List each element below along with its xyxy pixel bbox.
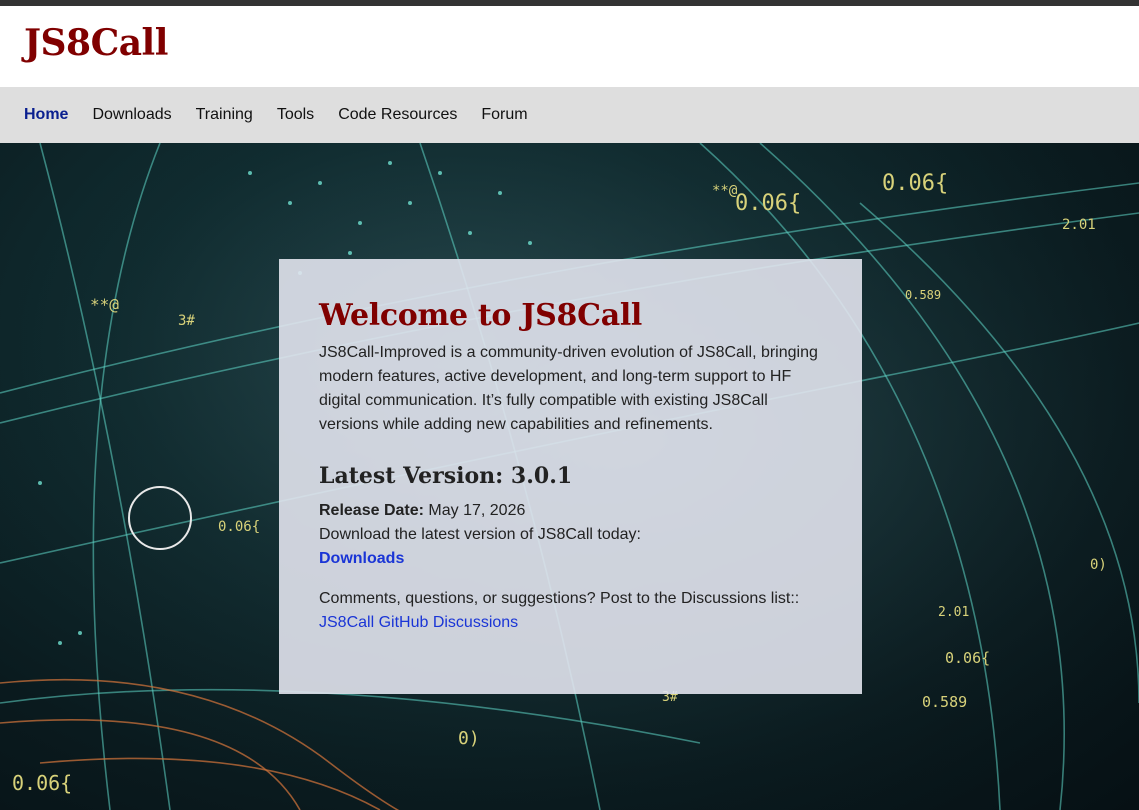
welcome-card: Welcome to JS8Call JS8Call-Improved is a… (279, 259, 862, 694)
hud-label: 0.06{ (218, 519, 261, 535)
hud-label: 0.06{ (945, 649, 991, 667)
hud-label: 0.589 (905, 288, 942, 302)
release-date-value: May 17, 2026 (428, 502, 526, 519)
hud-label: 0.589 (922, 693, 968, 711)
nav-item-home[interactable]: Home (24, 87, 68, 143)
download-prompt: Download the latest version of JS8Call t… (319, 526, 641, 543)
welcome-heading: Welcome to JS8Call (319, 298, 643, 333)
main-nav: Home Downloads Training Tools Code Resou… (0, 87, 1139, 144)
nav-item-forum[interactable]: Forum (481, 87, 527, 143)
site-header: JS8Call (0, 6, 1139, 87)
nav-item-code-resources[interactable]: Code Resources (338, 87, 457, 143)
hud-label: 0.06{ (12, 771, 73, 795)
nav-item-downloads[interactable]: Downloads (92, 87, 171, 143)
nav-item-training[interactable]: Training (196, 87, 253, 143)
release-date-line: Release Date: May 17, 2026 (319, 499, 822, 523)
nav-list: Home Downloads Training Tools Code Resou… (0, 87, 1139, 143)
hud-label: 0) (1090, 557, 1107, 573)
hud-label: 2.01 (938, 605, 970, 620)
discussion-prompt: Comments, questions, or suggestions? Pos… (319, 590, 800, 607)
hud-label: 0.06{ (735, 191, 802, 216)
hud-label: 3# (178, 313, 195, 329)
latest-version-heading: Latest Version: 3.0.1 (319, 463, 573, 489)
release-date-label: Release Date: (319, 502, 424, 519)
nav-item-tools[interactable]: Tools (277, 87, 314, 143)
intro-paragraph: JS8Call-Improved is a community-driven e… (319, 344, 818, 433)
hud-label: 0) (458, 728, 480, 749)
downloads-link[interactable]: Downloads (319, 547, 404, 571)
github-discussions-link[interactable]: JS8Call GitHub Discussions (319, 611, 518, 635)
hud-label: 0.06{ (882, 171, 949, 196)
hud-label: 2.01 (1062, 217, 1096, 233)
site-logo[interactable]: JS8Call (24, 22, 168, 64)
hud-label: **@ (712, 183, 738, 199)
hud-label: **@ (90, 295, 119, 314)
